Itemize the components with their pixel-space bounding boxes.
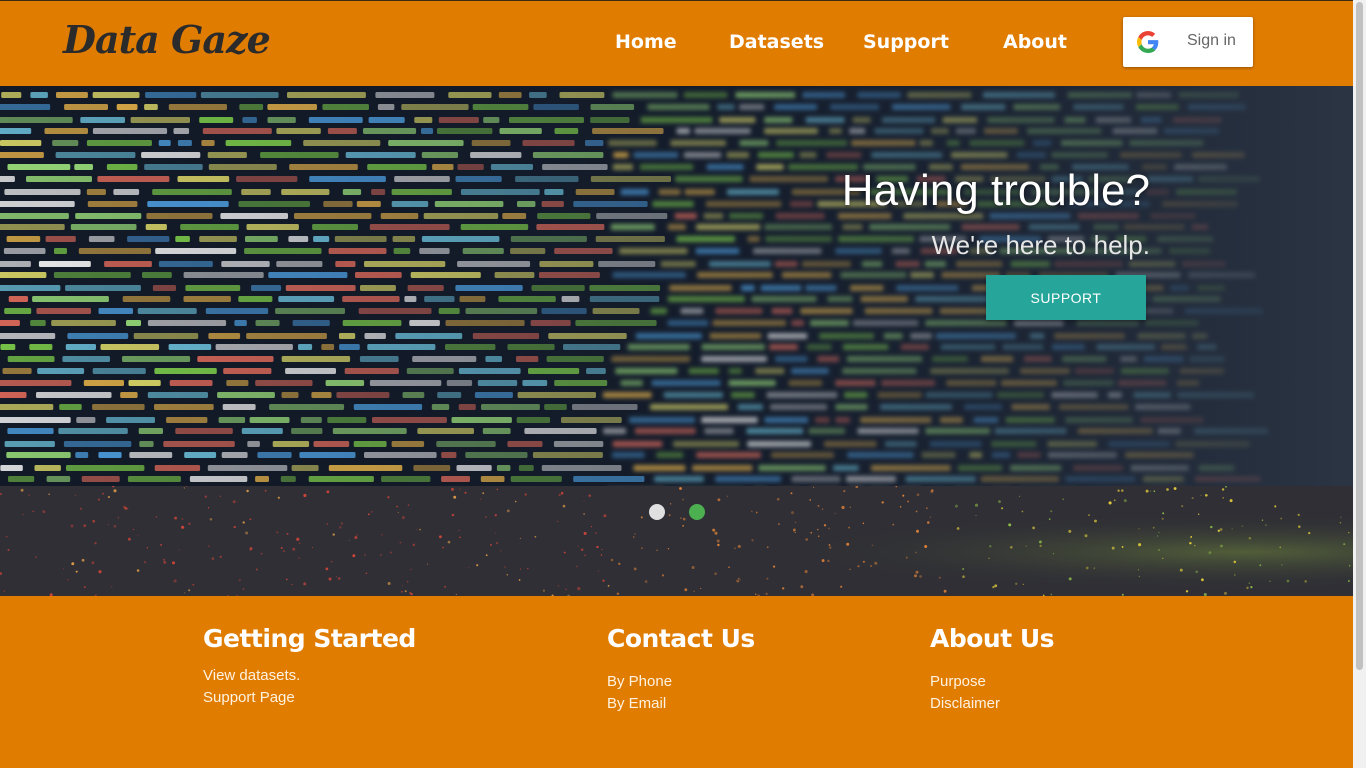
sign-in-label: Sign in	[1187, 32, 1236, 49]
hero-slide: Having trouble? We're here to help. SUPP…	[0, 86, 1353, 486]
code-screen-background-image	[0, 86, 1353, 486]
footer-link-view-datasets[interactable]: View datasets.	[203, 665, 416, 687]
footer-link-disclaimer[interactable]: Disclaimer	[930, 693, 1054, 715]
site-footer: Getting Started View datasets. Support P…	[0, 596, 1353, 768]
page-scrollbar[interactable]	[1353, 0, 1366, 768]
google-sign-in-button[interactable]: Sign in	[1123, 17, 1253, 67]
top-navbar: Data Gaze Home Datasets Support About Si…	[0, 0, 1353, 86]
hero-title: Having trouble?	[841, 166, 1150, 215]
footer-heading-contact-us: Contact Us	[607, 624, 755, 653]
carousel-indicator-band	[0, 486, 1353, 596]
brand-logo[interactable]: Data Gaze	[63, 17, 271, 62]
nav-link-support[interactable]: Support	[863, 31, 949, 53]
footer-link-by-email[interactable]: By Email	[607, 693, 755, 715]
scrollbar-thumb[interactable]	[1356, 2, 1363, 670]
nav-link-home[interactable]: Home	[615, 31, 677, 53]
footer-heading-getting-started: Getting Started	[203, 624, 416, 653]
nav-link-datasets[interactable]: Datasets	[729, 31, 824, 53]
carousel-dot-2-active[interactable]	[689, 504, 705, 520]
footer-link-purpose[interactable]: Purpose	[930, 671, 1054, 693]
support-button[interactable]: SUPPORT	[986, 275, 1146, 320]
google-icon	[1137, 31, 1159, 53]
footer-column-contact-us: Contact Us By Phone By Email	[607, 624, 755, 715]
starfield-background	[0, 486, 1353, 596]
hero-subtitle: We're here to help.	[931, 230, 1150, 260]
nav-link-about[interactable]: About	[1003, 31, 1067, 53]
footer-column-getting-started: Getting Started View datasets. Support P…	[203, 624, 416, 709]
footer-column-about-us: About Us Purpose Disclaimer	[930, 624, 1055, 715]
footer-heading-about-us: About Us	[930, 624, 1055, 653]
footer-link-by-phone[interactable]: By Phone	[607, 671, 755, 693]
footer-link-support-page[interactable]: Support Page	[203, 687, 416, 709]
carousel-dot-1[interactable]	[649, 504, 665, 520]
